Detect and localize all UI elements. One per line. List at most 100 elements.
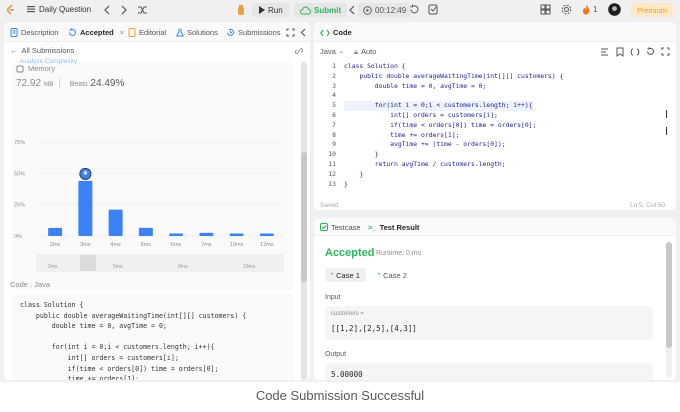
submit-label: Submit (314, 5, 342, 15)
code-header-label: Code (10, 280, 28, 289)
x-tick-label: 5ms (141, 242, 152, 248)
output-value: 5.00000 (331, 370, 363, 379)
all-submissions-link[interactable]: ← All Submissions (10, 46, 74, 55)
code-line: return avgTime / customers.length; (344, 159, 506, 168)
line-number: 7 (332, 120, 336, 129)
tab-code[interactable]: Code (320, 28, 352, 37)
timeline-tick-label: 5ms (113, 264, 123, 270)
left-scrollbar-thumb[interactable] (301, 152, 307, 282)
result-scrollbar[interactable] (666, 242, 672, 378)
cursor-position: Ln 5, Col 50 (630, 202, 666, 209)
tab-editorial[interactable]: Editorial (128, 28, 166, 37)
result-status: Accepted (325, 247, 375, 259)
test-result-tab-label: Test Result (379, 223, 420, 232)
close-tab-icon[interactable]: × (120, 28, 124, 37)
result-scrollbar-thumb[interactable] (666, 242, 672, 348)
leetcode-logo-icon[interactable] (6, 4, 16, 16)
streak-counter[interactable]: 1 (582, 4, 597, 15)
chevron-right-icon[interactable] (120, 5, 128, 15)
line-number: 10 (328, 150, 336, 159)
format-icon[interactable] (600, 48, 609, 56)
input-param-name: customers = (331, 311, 364, 317)
auto-mode-toggle[interactable]: 🔒︎ Auto (354, 47, 376, 57)
memory-distribution-chart: 75% 50% 25% 0% 2ms 3ms 4ms 5ms 6ms 7ms 10ms 12ms 2ms… (14, 140, 284, 272)
memory-number: 72.92 (16, 78, 42, 89)
tab-solutions[interactable]: Solutions (176, 28, 218, 37)
chart-bar (138, 227, 153, 236)
output-box: 5.00000 (325, 363, 653, 380)
braces-icon[interactable] (630, 48, 640, 56)
reset-timer-icon[interactable] (409, 4, 420, 15)
x-tick-label: 6ms (171, 242, 182, 248)
timeline-highlight (80, 255, 96, 271)
play-circle-icon (363, 5, 372, 15)
x-tick-label: 2ms (50, 242, 61, 248)
fullscreen-icon[interactable] (661, 47, 670, 56)
fire-icon (583, 4, 590, 15)
input-label: Input (325, 294, 341, 301)
x-tick-label: 12ms (260, 242, 274, 248)
left-scrollbar[interactable] (301, 62, 307, 380)
line-number: 8 (332, 130, 336, 139)
tab-testcase[interactable]: Testcase (320, 223, 361, 232)
x-tick-label: 10ms (230, 242, 244, 248)
line-number: 11 (328, 159, 336, 168)
run-button[interactable]: Run (252, 3, 289, 17)
collapse-left-icon[interactable] (300, 28, 306, 37)
line-number: 6 (332, 110, 336, 119)
link-icon[interactable] (294, 47, 304, 55)
code-line: int[] orders = customers[i]; (344, 110, 498, 119)
layout-grid-icon[interactable] (540, 4, 551, 15)
editor-toolbar: Java ⌄ 🔒︎ Auto (314, 43, 676, 61)
note-icon[interactable] (428, 4, 438, 15)
line-number: 2 (332, 71, 336, 80)
y-tick-label: 25% (14, 203, 25, 209)
premium-button[interactable]: Premium (631, 3, 674, 17)
settings-gear-icon[interactable] (561, 4, 572, 15)
code-area[interactable]: class Solution { public double averageWa… (344, 62, 664, 189)
reset-code-icon[interactable] (646, 47, 655, 56)
arrow-left-icon: ← (10, 46, 18, 55)
shuffle-icon[interactable] (137, 5, 148, 15)
y-tick-label: 0% (14, 234, 22, 240)
code-lang-label: Java (34, 280, 50, 289)
code-section-header: Code | Java (10, 280, 50, 289)
tab-accepted[interactable]: Accepted × (68, 28, 124, 37)
problem-list-button[interactable]: Daily Question (26, 4, 91, 14)
list-icon (27, 6, 35, 13)
tab-test-result[interactable]: >_ Test Result (368, 223, 419, 232)
code-line: for(int i = 0;i < customers.length; i++)… (344, 101, 533, 110)
timeline-tick-label: 10ms (243, 264, 256, 270)
code-line: class Solution { (344, 62, 406, 70)
language-select[interactable]: Java ⌄ (320, 47, 344, 56)
tab-description[interactable]: Description (10, 28, 59, 37)
case-tab-1[interactable]: • Case 1 (325, 268, 366, 282)
timer-value: 00:12:49 (375, 5, 407, 15)
x-tick-label: 4ms (110, 242, 121, 248)
submitted-code: class Solution { public double averageWa… (12, 294, 294, 380)
debug-icon[interactable] (236, 4, 246, 16)
timeline-tick-label: 2ms (48, 264, 58, 270)
line-number: 3 (332, 81, 336, 90)
bookmark-icon[interactable] (616, 47, 624, 57)
run-label: Run (268, 5, 283, 15)
tab-description-label: Description (21, 28, 59, 37)
chevron-left-icon[interactable] (103, 5, 111, 15)
left-panel: Description Accepted × Editorial Solutio… (4, 22, 310, 380)
cloud-upload-icon (300, 6, 311, 14)
timeline-tick-label: 8ms (178, 264, 188, 270)
code-line: time += orders[1]; (344, 130, 460, 139)
x-tick-label: 7ms (201, 242, 212, 248)
play-icon (259, 6, 265, 14)
avatar[interactable] (608, 3, 621, 16)
tab-submissions[interactable]: Submissions (226, 28, 281, 37)
submit-button[interactable]: Submit (294, 3, 348, 17)
leetcode-window: Daily Question Run Submit 00:12:49 1 Pre… (0, 0, 680, 382)
timer[interactable]: 00:12:49 (358, 3, 412, 17)
collapse-timer-icon[interactable] (348, 5, 356, 15)
expand-icon[interactable] (286, 28, 295, 37)
case-tab-2[interactable]: • Case 2 (372, 268, 413, 282)
line-number: 9 (332, 140, 336, 149)
line-number: 1 (332, 62, 336, 70)
testcase-tab-label: Testcase (331, 223, 361, 232)
